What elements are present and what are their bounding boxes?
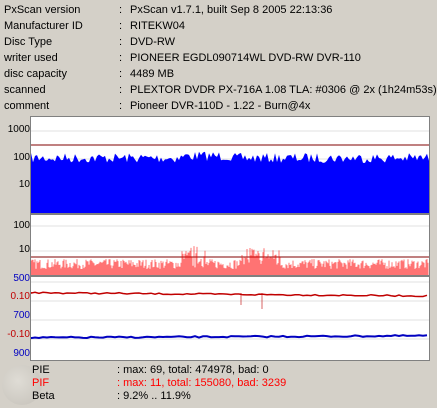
pif-axis-tick: 10 (18, 244, 30, 255)
info-value: PxScan v1.7.1, built Sep 8 2005 22:13:36 (130, 4, 333, 16)
scan-charts: 1000 100 10 100 10 500 0.10 700 -0.10 90… (0, 116, 437, 361)
jitter-axis-tick: 700 (13, 310, 30, 321)
info-label: scanned (4, 84, 46, 96)
beta-summary: : 9.2% .. 11.9% (117, 390, 191, 402)
info-row-comment: comment : Pioneer DVR-110D - 1.22 - Burn… (0, 99, 437, 114)
info-separator: : (119, 68, 123, 80)
info-row-disc-type: Disc Type : DVD-RW (0, 35, 437, 50)
pif-summary: : max: 11, total: 155080, bad: 3239 (117, 377, 287, 389)
info-value: DVD-RW (130, 36, 176, 48)
jitter-axis-tick: 900 (13, 348, 30, 359)
stat-row-beta: Beta : 9.2% .. 11.9% (0, 390, 437, 403)
jitter-axis-tick: 500 (13, 273, 30, 284)
pif-chart (31, 225, 429, 275)
info-row-writer: writer used : PIONEER EGDL090714WL DVD-R… (0, 51, 437, 66)
info-value: PLEXTOR DVDR PX-716A 1.08 TLA: #0306 @ 2… (130, 84, 437, 96)
stat-row-pie: PIE : max: 69, total: 474978, bad: 0 (0, 364, 437, 377)
pie-axis-tick: 100 (13, 152, 30, 163)
jitter-beta-chart (31, 281, 429, 340)
jitter-beta-chart-panel (30, 276, 430, 361)
info-separator: : (119, 4, 123, 16)
info-label: Disc Type (4, 36, 53, 48)
info-label: Manufacturer ID (4, 20, 83, 32)
disc-info-panel: PxScan version : PxScan v1.7.1, built Se… (0, 0, 437, 115)
info-separator: : (119, 52, 123, 64)
pie-area (31, 151, 429, 213)
info-separator: : (119, 84, 123, 96)
info-row-capacity: disc capacity : 4489 MB (0, 67, 437, 82)
scan-summary: PIE : max: 69, total: 474978, bad: 0 PIF… (0, 362, 437, 408)
pie-label: PIE (32, 364, 50, 376)
pie-chart-panel (30, 116, 430, 214)
info-label: writer used (4, 52, 58, 64)
pie-axis-tick: 1000 (7, 124, 30, 135)
info-label: PxScan version (4, 4, 81, 16)
info-row-version: PxScan version : PxScan v1.7.1, built Se… (0, 3, 437, 18)
info-label: disc capacity (4, 68, 67, 80)
info-row-manufacturer: Manufacturer ID : RITEKW04 (0, 19, 437, 34)
pie-axis-tick: 10 (18, 179, 30, 190)
beta-axis-tick: 0.10 (10, 291, 30, 302)
info-value: RITEKW04 (130, 20, 186, 32)
beta-label: Beta (32, 390, 55, 402)
pif-label: PIF (32, 377, 50, 389)
info-label: comment (4, 100, 50, 112)
info-value: PIONEER EGDL090714WL DVD-RW DVR-110 (130, 52, 361, 64)
pif-chart-panel (30, 214, 430, 276)
pie-summary: : max: 69, total: 474978, bad: 0 (117, 364, 269, 376)
pif-axis-tick: 100 (13, 220, 30, 231)
jitter-line (31, 334, 428, 340)
beta-axis-tick: -0.10 (7, 329, 30, 340)
info-value: 4489 MB (130, 68, 175, 80)
stat-row-pif: PIF : max: 11, total: 155080, bad: 3239 (0, 377, 437, 390)
info-separator: : (119, 20, 123, 32)
info-row-scanned: scanned : PLEXTOR DVDR PX-716A 1.08 TLA:… (0, 83, 437, 98)
info-value: Pioneer DVR-110D - 1.22 - Burn@4x (130, 100, 311, 112)
info-separator: : (119, 100, 123, 112)
pie-chart (31, 130, 429, 213)
beta-line (31, 291, 428, 298)
info-separator: : (119, 36, 123, 48)
